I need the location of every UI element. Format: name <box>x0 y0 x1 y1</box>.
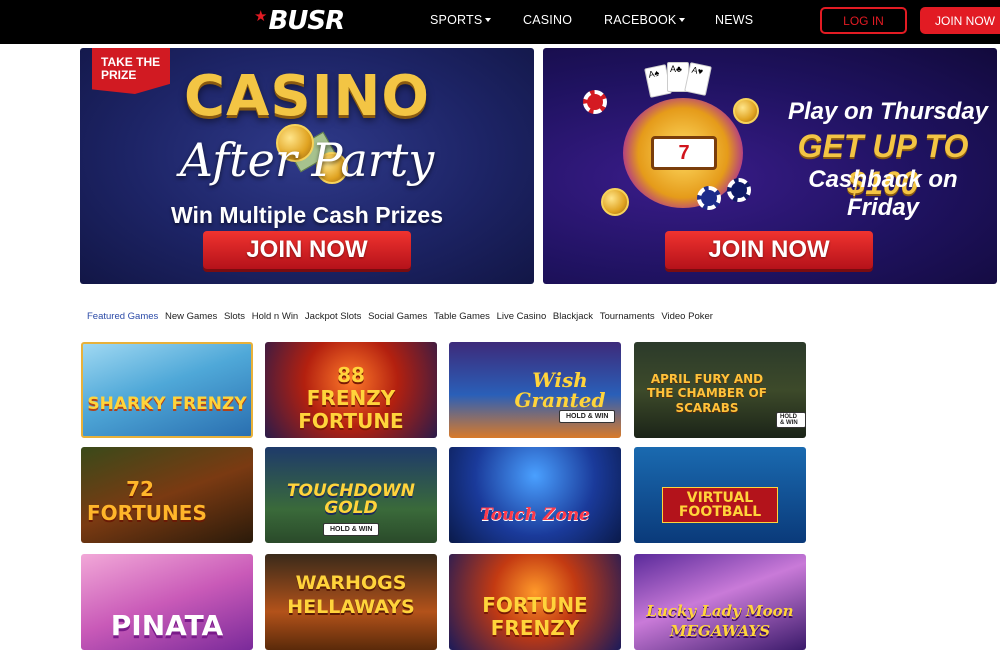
tab-tournaments[interactable]: Tournaments <box>600 311 655 325</box>
nav-item-casino[interactable]: CASINO <box>523 13 572 27</box>
coin-icon <box>601 188 629 216</box>
tab-featured-games[interactable]: Featured Games <box>87 311 158 325</box>
tab-hold-n-win[interactable]: Hold n Win <box>252 311 298 325</box>
game-tile-lucky-lady-moon[interactable]: Lucky Lady Moon MEGAWAYS <box>634 554 806 650</box>
tab-slots[interactable]: Slots <box>224 311 245 325</box>
tab-live-casino[interactable]: Live Casino <box>497 311 547 325</box>
login-button[interactable]: LOG IN <box>820 7 907 34</box>
join-now-button[interactable]: JOIN NOW <box>920 7 1000 34</box>
nav-item-news[interactable]: NEWS <box>715 13 753 27</box>
top-navbar: ★ BUSR SPORTS CASINO RACEBOOK NEWS LOG I… <box>0 0 1000 44</box>
game-tile-virtual-football[interactable]: VIRTUAL FOOTBALL <box>634 447 806 543</box>
banner-line-3: Cashback on Friday <box>808 166 958 221</box>
game-tile-88-frenzy-fortune[interactable]: 88 FRENZY FORTUNE <box>265 342 437 438</box>
nav-item-sports[interactable]: SPORTS <box>430 13 492 27</box>
casino-chip-icon <box>583 90 607 114</box>
tab-blackjack[interactable]: Blackjack <box>553 311 593 325</box>
playing-card-icon: A♥ <box>684 62 712 96</box>
banner-subtitle: After Party <box>179 133 435 187</box>
tab-jackpot-slots[interactable]: Jackpot Slots <box>305 311 362 325</box>
game-tile-touchdown-gold[interactable]: TOUCHDOWN GOLD HOLD & WIN <box>265 447 437 543</box>
banner-join-now-button[interactable]: JOIN NOW <box>203 231 411 269</box>
game-tile-72-fortunes[interactable]: 72 FORTUNES <box>81 447 253 543</box>
tab-new-games[interactable]: New Games <box>165 311 217 325</box>
coin-icon <box>733 98 759 124</box>
chevron-down-icon <box>485 18 492 22</box>
game-tile-warhogs-hellaways[interactable]: WARHOGS HELLAWAYS <box>265 554 437 650</box>
casino-chip-icon <box>697 186 721 210</box>
banner-title: CASINO <box>183 64 431 129</box>
game-tile-wish-granted[interactable]: Wish Granted HOLD & WIN <box>449 342 621 438</box>
tab-table-games[interactable]: Table Games <box>434 311 490 325</box>
busr-logo[interactable]: ★ BUSR <box>254 6 345 36</box>
casino-after-party-banner[interactable]: TAKE THE PRIZE CASINO After Party Win Mu… <box>80 48 534 284</box>
game-category-tabs: Featured Games New Games Slots Hold n Wi… <box>87 311 720 325</box>
star-icon: ★ <box>254 7 268 25</box>
tab-video-poker[interactable]: Video Poker <box>661 311 713 325</box>
banner-line-1: Play on Thursday <box>787 98 989 125</box>
cashback-banner[interactable]: A♠ A♣ A♥ 7 Play on Thursday GET UP TO $1… <box>543 48 997 284</box>
tab-social-games[interactable]: Social Games <box>368 311 427 325</box>
banner-tagline: Win Multiple Cash Prizes <box>170 202 443 228</box>
chevron-down-icon <box>679 18 686 22</box>
game-tile-sharky-frenzy[interactable]: SHARKY FRENZY <box>81 342 253 438</box>
casino-chip-icon <box>727 178 751 202</box>
game-tile-touch-zone[interactable]: Touch Zone <box>449 447 621 543</box>
game-tile-april-fury[interactable]: APRIL FURY AND THE CHAMBER OF SCARABS HO… <box>634 342 806 438</box>
banner-join-now-button[interactable]: JOIN NOW <box>665 231 873 269</box>
game-tile-pinata[interactable]: PINATA <box>81 554 253 650</box>
slot-reel: 7 <box>651 136 717 170</box>
game-tile-fortune-frenzy[interactable]: FORTUNE FRENZY <box>449 554 621 650</box>
nav-item-racebook[interactable]: RACEBOOK <box>604 13 686 27</box>
